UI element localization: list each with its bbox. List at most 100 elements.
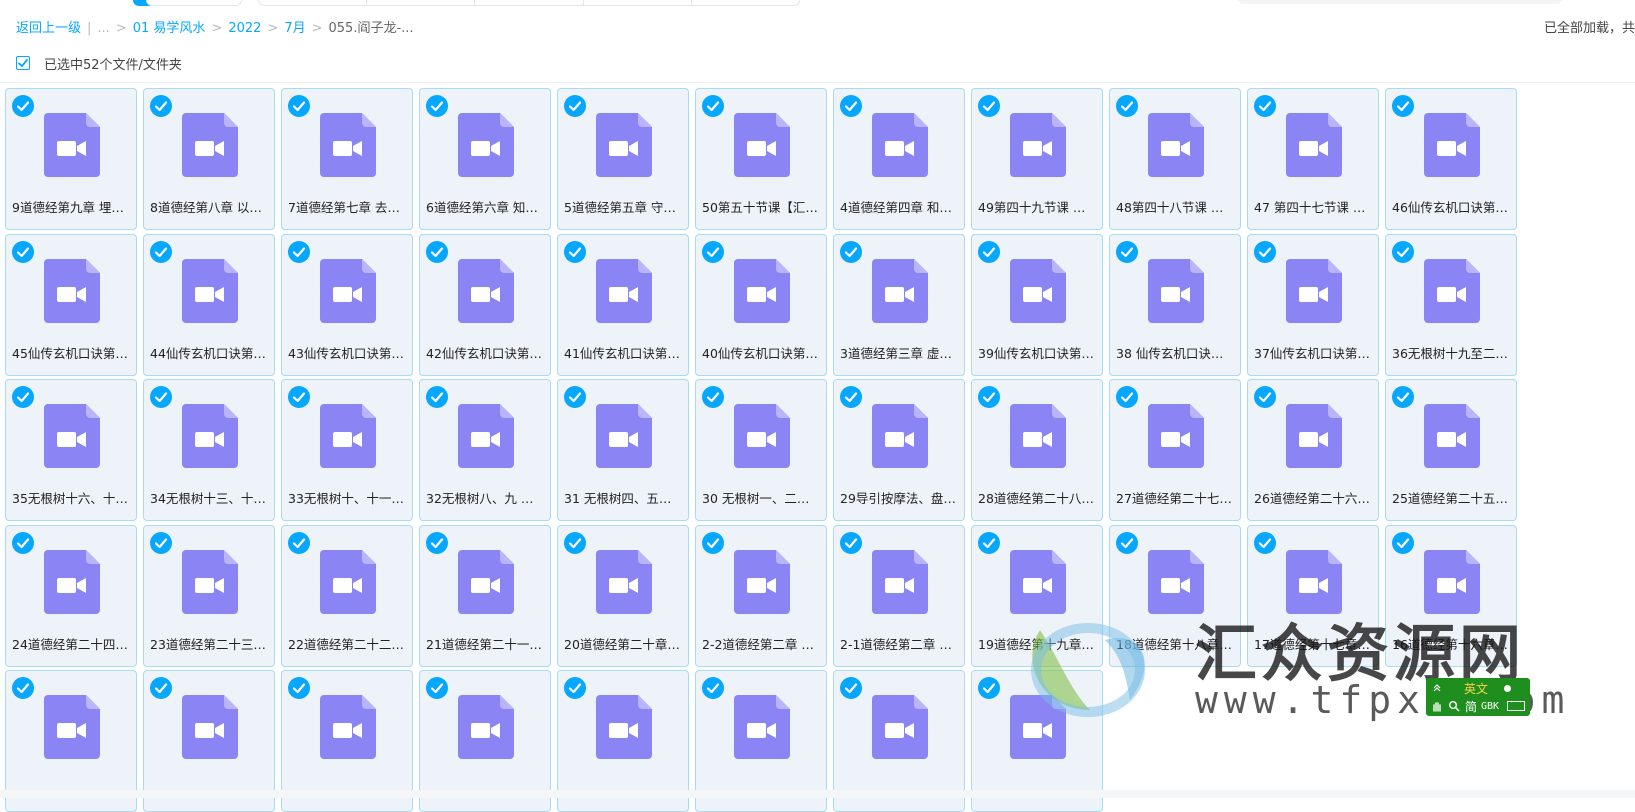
selected-check-icon[interactable] <box>1392 95 1414 117</box>
selected-check-icon[interactable] <box>1254 95 1276 117</box>
selected-check-icon[interactable] <box>288 240 310 263</box>
selected-check-icon[interactable] <box>702 386 724 408</box>
file-tile[interactable]: 39仙传玄机口诀第… <box>971 233 1103 376</box>
hand-icon[interactable] <box>1431 700 1443 712</box>
selected-check-icon[interactable] <box>1392 386 1414 408</box>
file-tile[interactable]: 25道德经第二十五… <box>1385 379 1517 521</box>
back-link[interactable]: 返回上一级 <box>16 20 81 38</box>
selected-check-icon[interactable] <box>1392 531 1414 554</box>
file-tile[interactable]: 27道德经第二十七… <box>1109 379 1241 521</box>
ime-encoding[interactable]: GBK <box>1481 701 1499 712</box>
selected-check-icon[interactable] <box>288 531 310 554</box>
selected-check-icon[interactable] <box>1254 240 1276 263</box>
file-tile[interactable]: 5道德经第五章 守… <box>557 88 689 230</box>
file-tile[interactable]: 45仙传玄机口诀第… <box>5 233 137 376</box>
selected-check-icon[interactable] <box>840 531 862 554</box>
selected-check-icon[interactable] <box>426 240 448 263</box>
file-tile[interactable]: 6道德经第六章 知… <box>419 88 551 230</box>
file-tile[interactable]: 40仙传玄机口诀第… <box>695 233 827 376</box>
selected-check-icon[interactable] <box>978 386 1000 408</box>
toolbar-group-button[interactable] <box>475 0 584 5</box>
selected-check-icon[interactable] <box>426 677 448 699</box>
file-tile[interactable]: 31 无根树四、五… <box>557 379 689 521</box>
selected-check-icon[interactable] <box>12 240 34 263</box>
search-icon[interactable] <box>1448 700 1460 712</box>
breadcrumb-item[interactable]: 01 易学风水 <box>133 20 206 38</box>
selected-check-icon[interactable] <box>150 531 172 554</box>
selected-check-icon[interactable] <box>978 677 1000 699</box>
selected-check-icon[interactable] <box>12 531 34 554</box>
file-tile[interactable]: 35无根树十六、十… <box>5 379 137 521</box>
selected-check-icon[interactable] <box>426 531 448 554</box>
selected-check-icon[interactable] <box>426 386 448 408</box>
selected-check-icon[interactable] <box>288 95 310 117</box>
selected-check-icon[interactable] <box>840 386 862 408</box>
file-tile[interactable]: 36无根树十九至二… <box>1385 233 1517 376</box>
file-tile[interactable]: 16道德经第十六章… <box>1385 524 1517 667</box>
ime-mode[interactable]: 简 <box>1465 698 1477 715</box>
file-tile[interactable]: 41仙传玄机口诀第… <box>557 233 689 376</box>
file-tile[interactable]: 43仙传玄机口诀第… <box>281 233 413 376</box>
selected-check-icon[interactable] <box>288 386 310 408</box>
file-tile[interactable]: 26道德经第二十六… <box>1247 379 1379 521</box>
file-tile[interactable]: 49第四十九节课 … <box>971 88 1103 230</box>
selected-check-icon[interactable] <box>12 677 34 699</box>
selected-check-icon[interactable] <box>1116 95 1138 117</box>
file-tile[interactable]: 23道德经第二十三… <box>143 524 275 667</box>
file-tile[interactable]: 47 第四十七节课 … <box>1247 88 1379 230</box>
selected-check-icon[interactable] <box>150 677 172 699</box>
file-tile[interactable]: 28道德经第二十八… <box>971 379 1103 521</box>
selected-check-icon[interactable] <box>1254 531 1276 554</box>
selected-check-icon[interactable] <box>702 95 724 117</box>
file-tile[interactable]: 19道德经第十九章… <box>971 524 1103 667</box>
file-tile[interactable]: 7道德经第七章 去… <box>281 88 413 230</box>
selected-check-icon[interactable] <box>702 240 724 263</box>
file-tile[interactable]: 4道德经第四章 和… <box>833 88 965 230</box>
file-tile[interactable]: 34无根树十三、十… <box>143 379 275 521</box>
collapse-icon[interactable] <box>1432 683 1442 693</box>
selected-check-icon[interactable] <box>978 240 1000 263</box>
selected-check-icon[interactable] <box>150 95 172 117</box>
ime-language[interactable]: 英文 <box>1464 680 1488 697</box>
selected-check-icon[interactable] <box>150 240 172 263</box>
ime-toolbar[interactable]: 英文 简 GBK <box>1426 678 1530 716</box>
selected-check-icon[interactable] <box>840 677 862 699</box>
selected-check-icon[interactable] <box>840 95 862 117</box>
file-tile[interactable]: 29导引按摩法、盘… <box>833 379 965 521</box>
file-tile[interactable]: 2-1道德经第二章 … <box>833 524 965 667</box>
file-tile[interactable]: 24道德经第二十四… <box>5 524 137 667</box>
toolbar-button[interactable] <box>146 0 242 6</box>
file-tile[interactable]: 17道德经第十七章… <box>1247 524 1379 667</box>
selected-check-icon[interactable] <box>564 531 586 554</box>
selected-check-icon[interactable] <box>1116 240 1138 263</box>
selected-check-icon[interactable] <box>288 677 310 699</box>
selected-check-icon[interactable] <box>1392 240 1414 263</box>
selected-check-icon[interactable] <box>1116 386 1138 408</box>
file-tile[interactable]: 20道德经第二十章… <box>557 524 689 667</box>
selected-check-icon[interactable] <box>150 386 172 408</box>
file-tile[interactable]: 42仙传玄机口诀第… <box>419 233 551 376</box>
file-tile[interactable]: 21道德经第二十一… <box>419 524 551 667</box>
toolbar-group-button[interactable] <box>584 0 692 5</box>
breadcrumb-ellipsis[interactable]: ... <box>97 20 109 38</box>
file-tile[interactable]: 33无根树十、十一… <box>281 379 413 521</box>
file-tile[interactable]: 38 仙传玄机口诀… <box>1109 233 1241 376</box>
selected-check-icon[interactable] <box>12 386 34 408</box>
selected-check-icon[interactable] <box>978 95 1000 117</box>
search-input[interactable] <box>1235 0 1565 4</box>
selected-check-icon[interactable] <box>564 386 586 408</box>
file-tile[interactable]: 37仙传玄机口诀第… <box>1247 233 1379 376</box>
selected-check-icon[interactable] <box>564 95 586 117</box>
selected-check-icon[interactable] <box>1116 531 1138 554</box>
file-tile[interactable]: 8道德经第八章 以… <box>143 88 275 230</box>
file-tile[interactable]: 44仙传玄机口诀第… <box>143 233 275 376</box>
selected-check-icon[interactable] <box>426 95 448 117</box>
toolbar-group-button[interactable] <box>259 0 368 5</box>
breadcrumb-item[interactable]: 7月 <box>284 20 305 38</box>
breadcrumb-item[interactable]: 2022 <box>228 20 261 38</box>
selected-check-icon[interactable] <box>840 240 862 263</box>
selected-check-icon[interactable] <box>702 677 724 699</box>
file-tile[interactable]: 30 无根树一、二… <box>695 379 827 521</box>
horizontal-scrollbar[interactable] <box>0 790 1635 798</box>
selected-check-icon[interactable] <box>978 531 1000 554</box>
